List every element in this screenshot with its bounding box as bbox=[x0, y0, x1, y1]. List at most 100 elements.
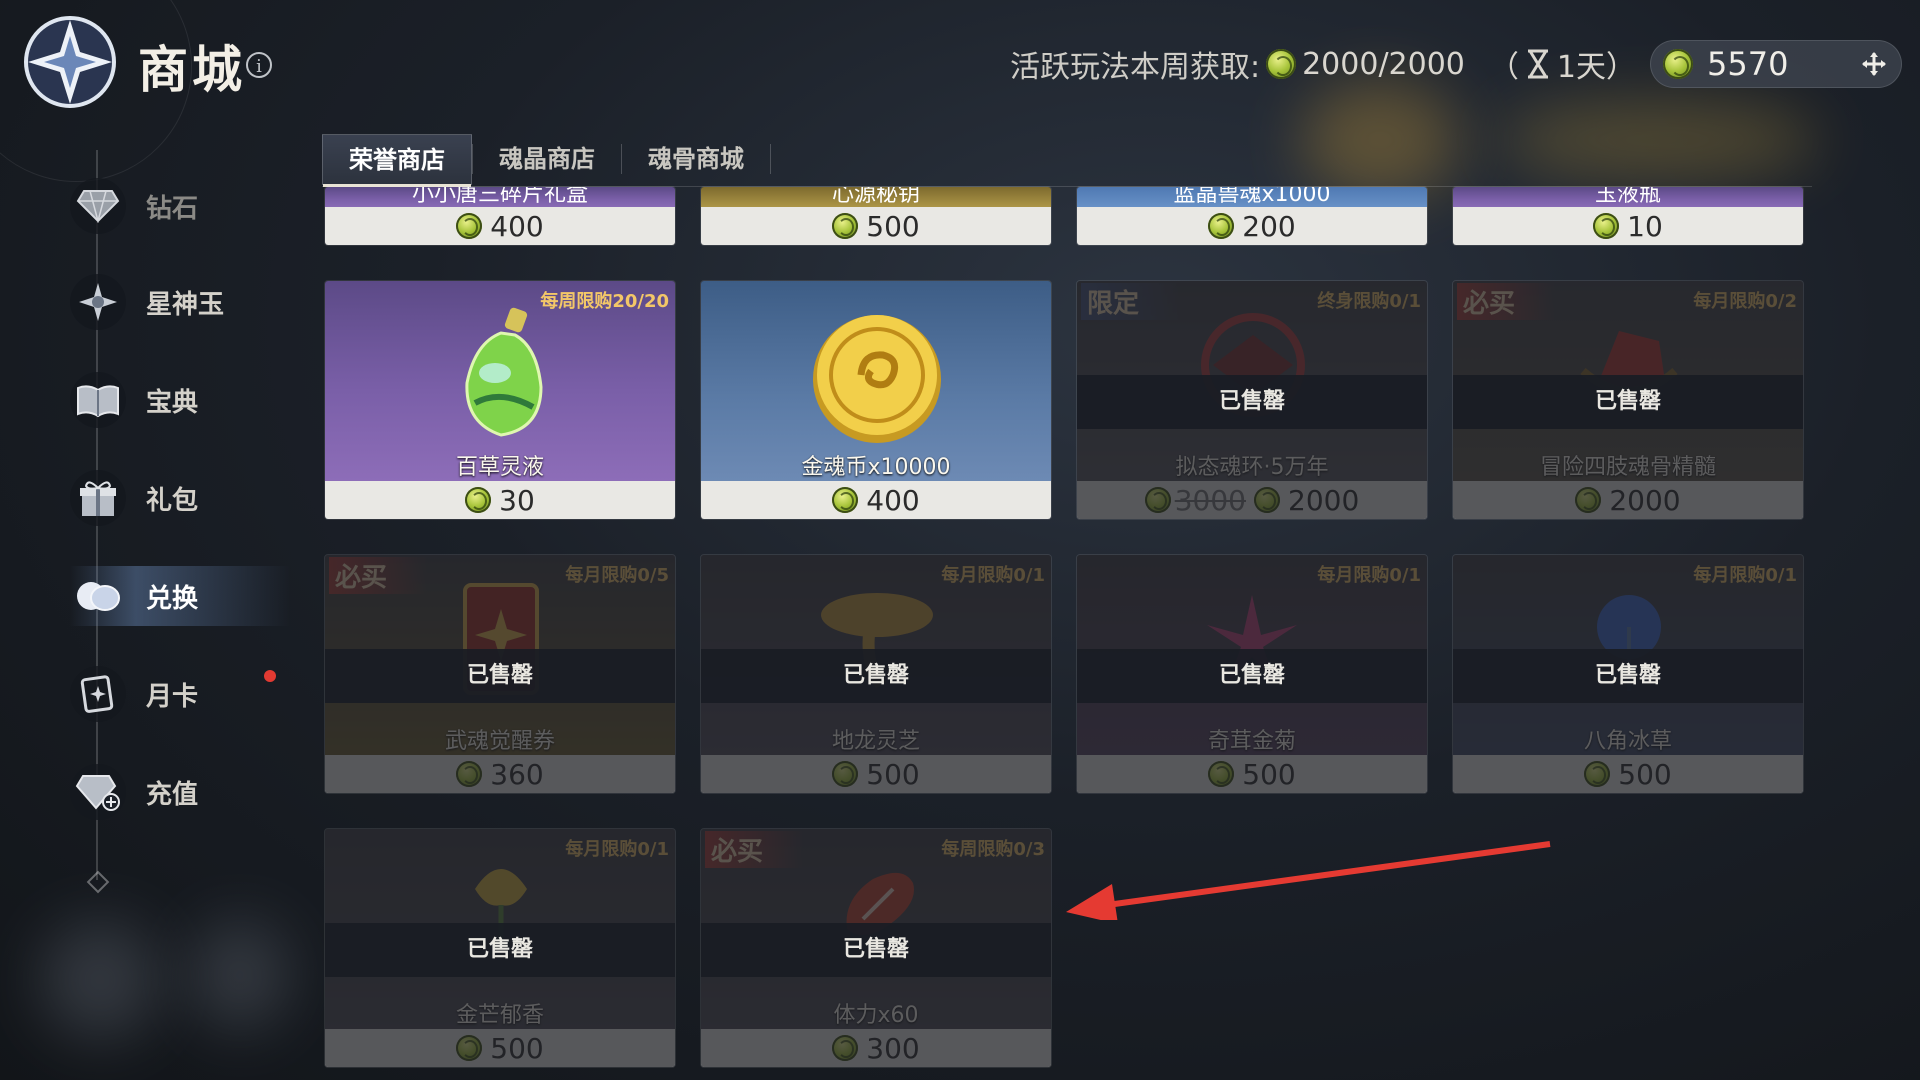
tab-soul-bone-mall[interactable]: 魂骨商城 bbox=[622, 134, 770, 184]
item-name: 拟态魂环·5万年 bbox=[1175, 455, 1329, 480]
item-name-strip: 玉液瓶 bbox=[1453, 187, 1803, 209]
item-price: 30 bbox=[499, 483, 535, 517]
shop-item-card[interactable]: 必买 每周限购0/3 已售罄 体力x60 300 bbox=[700, 828, 1052, 1068]
honor-coin-icon bbox=[465, 487, 492, 513]
sold-out-label: 已售罄 bbox=[325, 923, 675, 977]
item-name: 冒险四肢魂骨精髓 bbox=[1539, 455, 1716, 480]
sidebar-item-star-jade[interactable]: 星神玉 bbox=[70, 272, 290, 332]
item-price-bar: 500 bbox=[325, 1029, 675, 1067]
item-price: 500 bbox=[866, 757, 920, 791]
item-name-strip: 蓝晶兽魂x1000 bbox=[1077, 187, 1427, 209]
sidebar-item-diamond[interactable]: 钻石 bbox=[70, 176, 290, 236]
weekly-income-info: 活跃玩法本周获取: 2000/2000 （ 1天） bbox=[1010, 42, 1636, 86]
item-price-bar: 500 bbox=[1077, 755, 1427, 793]
sidebar-item-label: 充值 bbox=[146, 779, 199, 810]
star-jade-icon bbox=[70, 274, 126, 330]
item-price: 500 bbox=[490, 1031, 544, 1065]
item-price: 2000 bbox=[1609, 483, 1681, 517]
shop-item-card[interactable]: 心源秘钥 500 bbox=[700, 186, 1052, 246]
recharge-icon bbox=[70, 764, 126, 820]
exchange-icon bbox=[70, 568, 126, 624]
honor-coin-icon bbox=[832, 487, 859, 513]
shop-item-card[interactable]: 金魂币x10000 400 bbox=[700, 280, 1052, 520]
original-price: 3000 bbox=[1144, 484, 1246, 517]
item-price-bar: 10 bbox=[1453, 207, 1803, 245]
item-price-bar: 300 bbox=[701, 1029, 1051, 1067]
honor-coin-icon bbox=[832, 213, 859, 239]
item-price: 2000 bbox=[1288, 483, 1360, 517]
diamond-icon bbox=[70, 178, 126, 234]
item-name-strip: 心源秘钥 bbox=[701, 187, 1051, 209]
shop-logo-icon bbox=[24, 16, 116, 108]
item-price: 10 bbox=[1627, 209, 1663, 243]
sold-out-label: 已售罄 bbox=[1077, 649, 1427, 703]
purchase-limit: 每周限购20/20 bbox=[540, 291, 669, 312]
info-icon[interactable]: i bbox=[246, 52, 272, 78]
honor-coin-icon bbox=[1593, 213, 1620, 239]
shop-item-card[interactable]: 蓝晶兽魂x1000 200 bbox=[1076, 186, 1428, 246]
shop-item-card[interactable]: 每月限购0/1 已售罄 八角冰草 500 bbox=[1452, 554, 1804, 794]
item-price: 400 bbox=[866, 483, 920, 517]
honor-coin-icon bbox=[456, 761, 483, 787]
item-name: 金魂币x10000 bbox=[801, 455, 951, 480]
honor-coin-icon bbox=[1584, 761, 1611, 787]
shop-item-card[interactable]: 玉液瓶 10 bbox=[1452, 186, 1804, 246]
shop-item-card[interactable]: 小小唐三碎片礼盒 400 bbox=[324, 186, 676, 246]
sidebar-item-label: 星神玉 bbox=[146, 289, 225, 320]
shop-item-card[interactable]: 每周限购20/20 百草灵液 30 bbox=[324, 280, 676, 520]
item-price-bar: 500 bbox=[701, 755, 1051, 793]
item-name: 武魂觉醒券 bbox=[444, 729, 555, 754]
item-price-bar: 30 bbox=[325, 481, 675, 519]
reset-timer-value: 1天） bbox=[1556, 50, 1636, 85]
sidebar-item-monthly-card[interactable]: 月卡 bbox=[70, 664, 290, 724]
honor-coin-icon bbox=[832, 1035, 859, 1061]
purchase-limit: 每月限购0/1 bbox=[1317, 565, 1421, 586]
item-name: 八角冰草 bbox=[1583, 729, 1672, 754]
sidebar-item-label: 宝典 bbox=[146, 387, 199, 418]
shop-item-card[interactable]: 必买 每月限购0/2 已售罄 冒险四肢魂骨精髓 2000 bbox=[1452, 280, 1804, 520]
sidebar-item-exchange[interactable]: 兑换 bbox=[70, 566, 290, 626]
book-icon bbox=[70, 372, 126, 428]
purchase-limit: 终身限购0/1 bbox=[1317, 291, 1421, 312]
shop-item-card[interactable]: 每月限购0/1 已售罄 奇茸金菊 500 bbox=[1076, 554, 1428, 794]
shop-item-card[interactable]: 每月限购0/1 已售罄 金芒郁香 500 bbox=[324, 828, 676, 1068]
sidebar-item-recharge[interactable]: 充值 bbox=[70, 762, 290, 822]
honor-coin-icon bbox=[1575, 487, 1602, 513]
item-price-bar: 200 bbox=[1077, 207, 1427, 245]
herbal-potion-icon bbox=[465, 307, 543, 437]
tab-divider bbox=[770, 144, 771, 174]
gold-coin-icon bbox=[813, 315, 941, 443]
honor-coin-icon bbox=[456, 213, 483, 239]
hourglass-icon bbox=[1527, 49, 1548, 79]
tab-honor-shop[interactable]: 荣誉商店 bbox=[322, 134, 472, 187]
sidebar-item-gift[interactable]: 礼包 bbox=[70, 468, 290, 528]
annotation-arrow-icon bbox=[1066, 841, 1551, 920]
sidebar-item-book[interactable]: 宝典 bbox=[70, 370, 290, 430]
tab-soul-crystal-shop[interactable]: 魂晶商店 bbox=[473, 134, 621, 184]
background-glow bbox=[40, 920, 160, 1040]
item-price: 300 bbox=[866, 1031, 920, 1065]
gift-icon bbox=[70, 470, 126, 526]
shop-item-card[interactable]: 限定 终身限购0/1 已售罄 拟态魂环·5万年 3000 2000 bbox=[1076, 280, 1428, 520]
item-name: 金芒郁香 bbox=[455, 1003, 544, 1028]
honor-coin-icon bbox=[456, 1035, 483, 1061]
honor-coin-icon bbox=[1144, 487, 1171, 513]
background-glow bbox=[190, 920, 290, 1030]
item-tag: 必买 bbox=[1457, 283, 1556, 320]
item-price-bar: 500 bbox=[701, 207, 1051, 245]
currency-balance[interactable]: 5570 bbox=[1650, 40, 1902, 88]
item-price: 200 bbox=[1242, 209, 1296, 243]
item-name: 百草灵液 bbox=[455, 455, 544, 480]
purchase-limit: 每周限购0/3 bbox=[941, 839, 1045, 860]
timer-open-paren: （ bbox=[1488, 50, 1519, 85]
honor-coin-icon bbox=[1208, 213, 1235, 239]
item-price: 500 bbox=[1242, 757, 1296, 791]
add-currency-icon[interactable] bbox=[1861, 51, 1887, 77]
sidebar-item-label: 礼包 bbox=[146, 485, 199, 516]
item-price-bar: 360 bbox=[325, 755, 675, 793]
weekly-income-label: 活跃玩法本周获取: bbox=[1009, 50, 1261, 85]
shop-item-card[interactable]: 必买 每月限购0/5 已售罄 武魂觉醒券 360 bbox=[324, 554, 676, 794]
item-price-bar: 500 bbox=[1453, 755, 1803, 793]
item-price: 500 bbox=[866, 209, 920, 243]
shop-item-card[interactable]: 每月限购0/1 已售罄 地龙灵芝 500 bbox=[700, 554, 1052, 794]
